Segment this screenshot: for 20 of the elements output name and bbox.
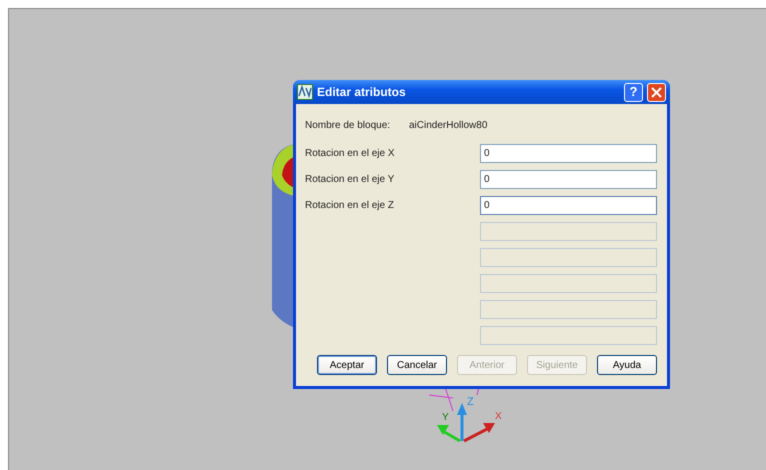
input-field[interactable]: 0 xyxy=(480,144,657,163)
dialog-button[interactable]: Ayuda xyxy=(597,355,657,375)
block-name-label: Nombre de bloque: xyxy=(305,118,392,132)
y-axis-label: Y xyxy=(442,412,449,423)
z-axis-label: Z xyxy=(467,396,474,408)
ucs-axes-icon xyxy=(429,387,495,442)
close-icon xyxy=(651,87,662,98)
dialog-button[interactable]: Aceptar xyxy=(317,355,377,375)
x-axis-label: X xyxy=(495,411,502,422)
close-button[interactable] xyxy=(647,82,666,102)
window-title: Editar atributos xyxy=(317,84,406,101)
input-field[interactable]: 0 xyxy=(480,196,657,215)
input-field[interactable]: 0 xyxy=(480,170,657,189)
field-label: Rotacion en el eje Y xyxy=(305,173,396,187)
field-label: Rotacion en el eje X xyxy=(305,147,396,161)
app-icon xyxy=(297,84,313,100)
block-name-value: aiCinderHollow80 xyxy=(409,118,488,132)
field-label: Rotacion en el eje Z xyxy=(305,199,395,213)
dialog-button[interactable]: Cancelar xyxy=(387,355,447,375)
help-button[interactable]: ? xyxy=(624,82,643,102)
